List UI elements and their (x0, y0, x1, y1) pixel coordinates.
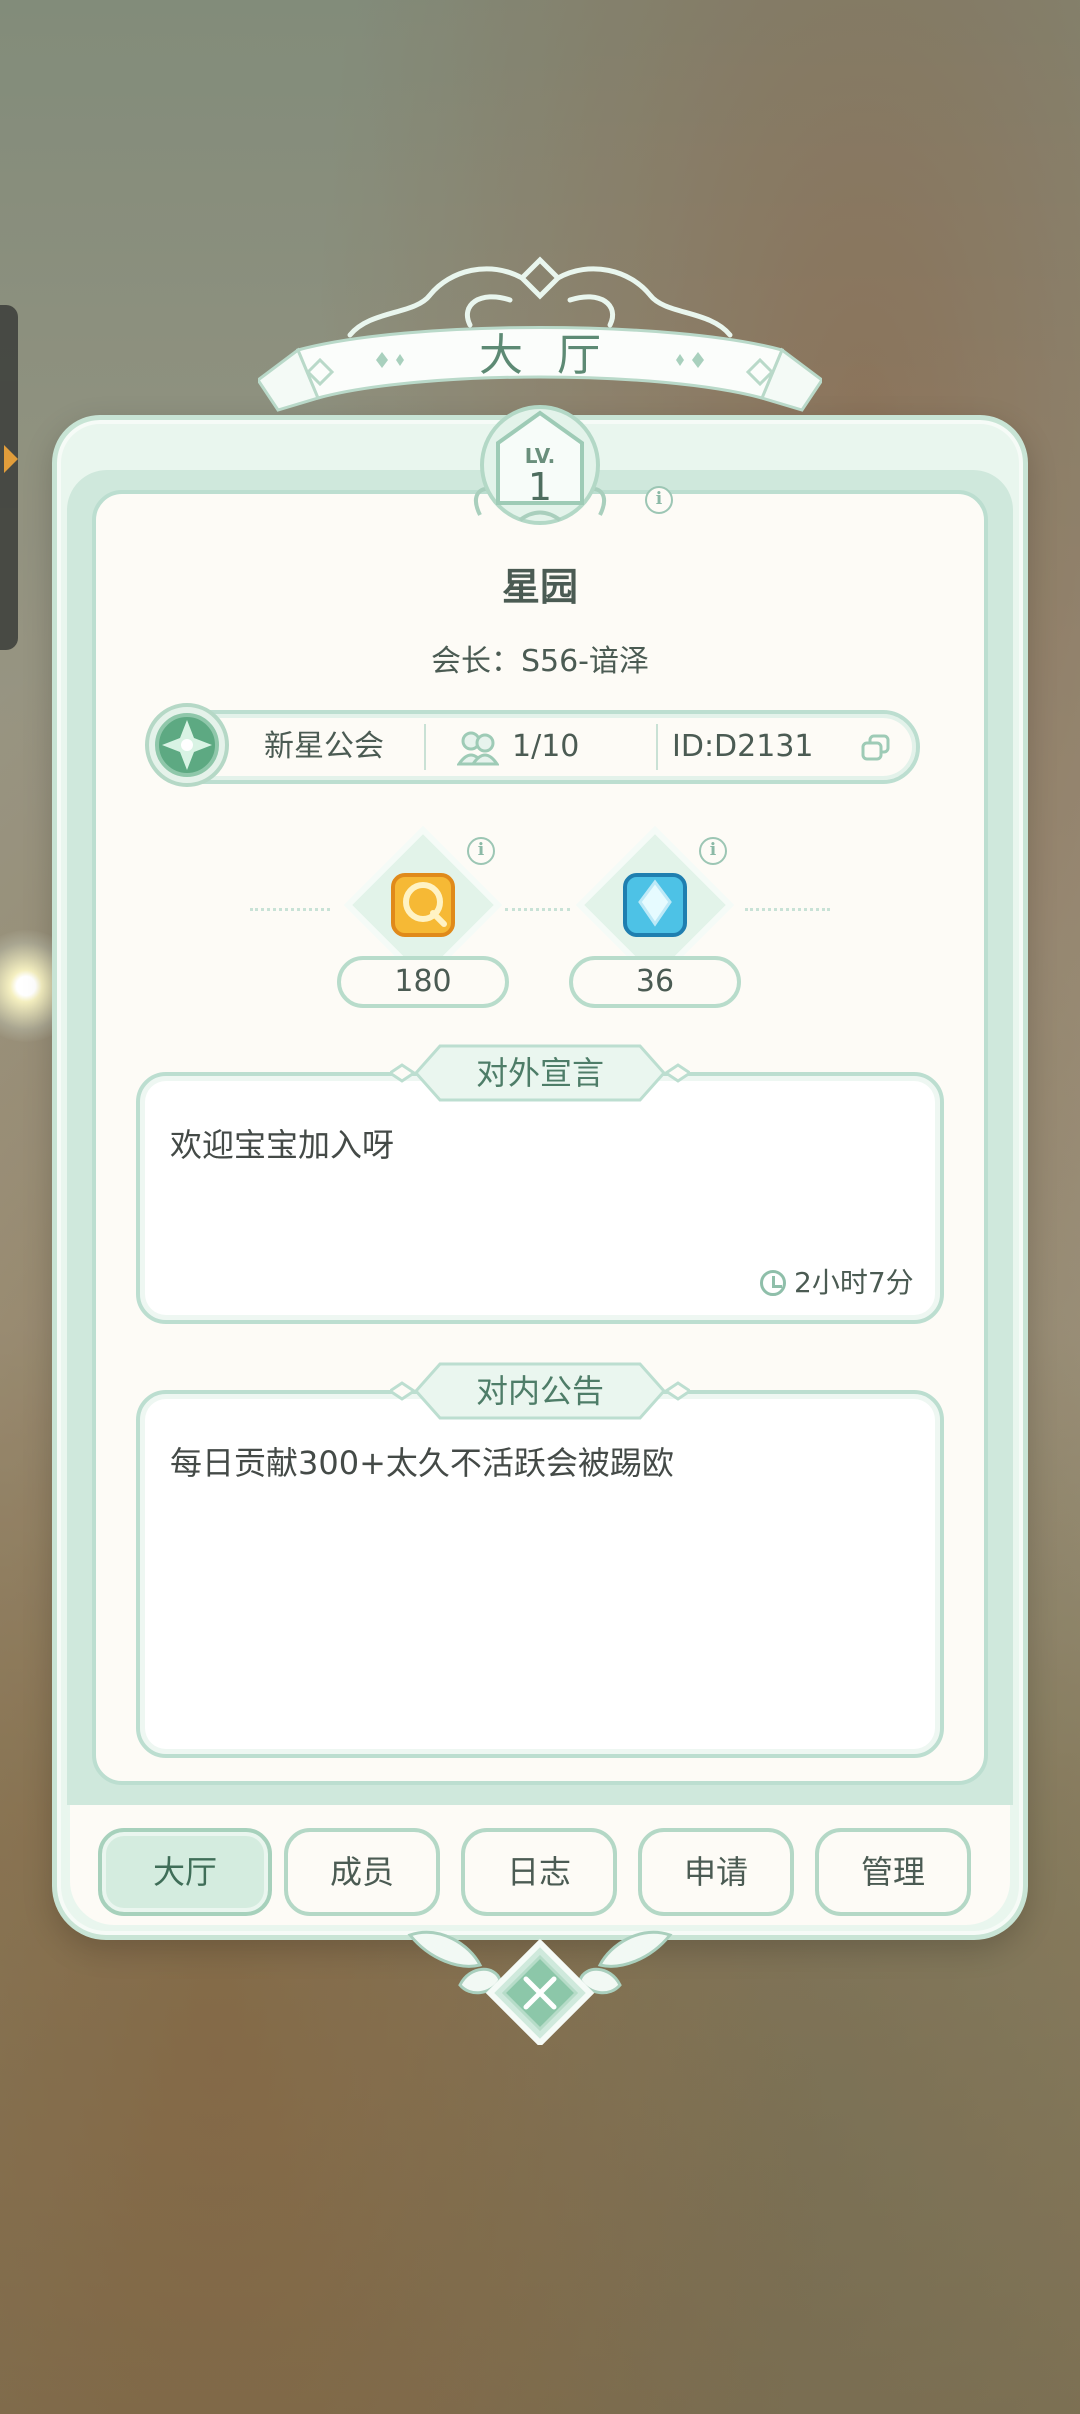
guild-info-bar: 新星公会 1/10 ID:D2131 (150, 710, 920, 784)
members-icon (457, 731, 499, 766)
tab-log[interactable]: 日志 (461, 1828, 617, 1916)
decorative-dots (745, 908, 830, 912)
decorative-dots (250, 908, 330, 912)
expand-arrow-icon (4, 445, 18, 473)
gold-value: 180 (337, 956, 509, 1008)
decorative-dots (505, 908, 570, 912)
level-number: 1 (527, 465, 553, 509)
guild-leader: 会长：S56-谙泽 (430, 644, 650, 679)
declaration-label: 对外宣言 (475, 1054, 604, 1092)
timer-text: 2小时7分 (794, 1266, 914, 1299)
notice-text: 每日贡献300+太久不活跃会被踢欧 (170, 1444, 674, 1482)
crystal-value: 36 (569, 956, 741, 1008)
copy-icon[interactable] (860, 734, 892, 762)
declaration-text: 欢迎宝宝加入呀 (170, 1126, 395, 1164)
crystal-info-icon[interactable]: i (699, 837, 727, 865)
tab-manage[interactable]: 管理 (815, 1828, 971, 1916)
clock-icon (760, 1270, 786, 1296)
guild-id: ID:D2131 (672, 729, 814, 764)
guild-emblem-icon (145, 703, 229, 787)
level-info-icon[interactable]: i (645, 486, 673, 514)
close-button[interactable] (400, 1925, 680, 2045)
level-prefix: LV. (524, 444, 556, 468)
tab-lobby[interactable]: 大厅 (98, 1828, 272, 1916)
guild-type: 新星公会 (264, 729, 384, 764)
side-drawer-handle[interactable] (0, 305, 18, 650)
declaration-timer: 2小时7分 (760, 1265, 914, 1301)
guild-name: 星园 (501, 565, 578, 609)
gold-info-icon[interactable]: i (467, 837, 495, 865)
divider (424, 724, 426, 770)
tab-members[interactable]: 成员 (284, 1828, 440, 1916)
panel-title: 大厅 (479, 330, 635, 381)
notice-label: 对内公告 (475, 1372, 604, 1410)
member-count: 1/10 (512, 729, 580, 764)
divider (656, 724, 658, 770)
tab-applications[interactable]: 申请 (638, 1828, 794, 1916)
